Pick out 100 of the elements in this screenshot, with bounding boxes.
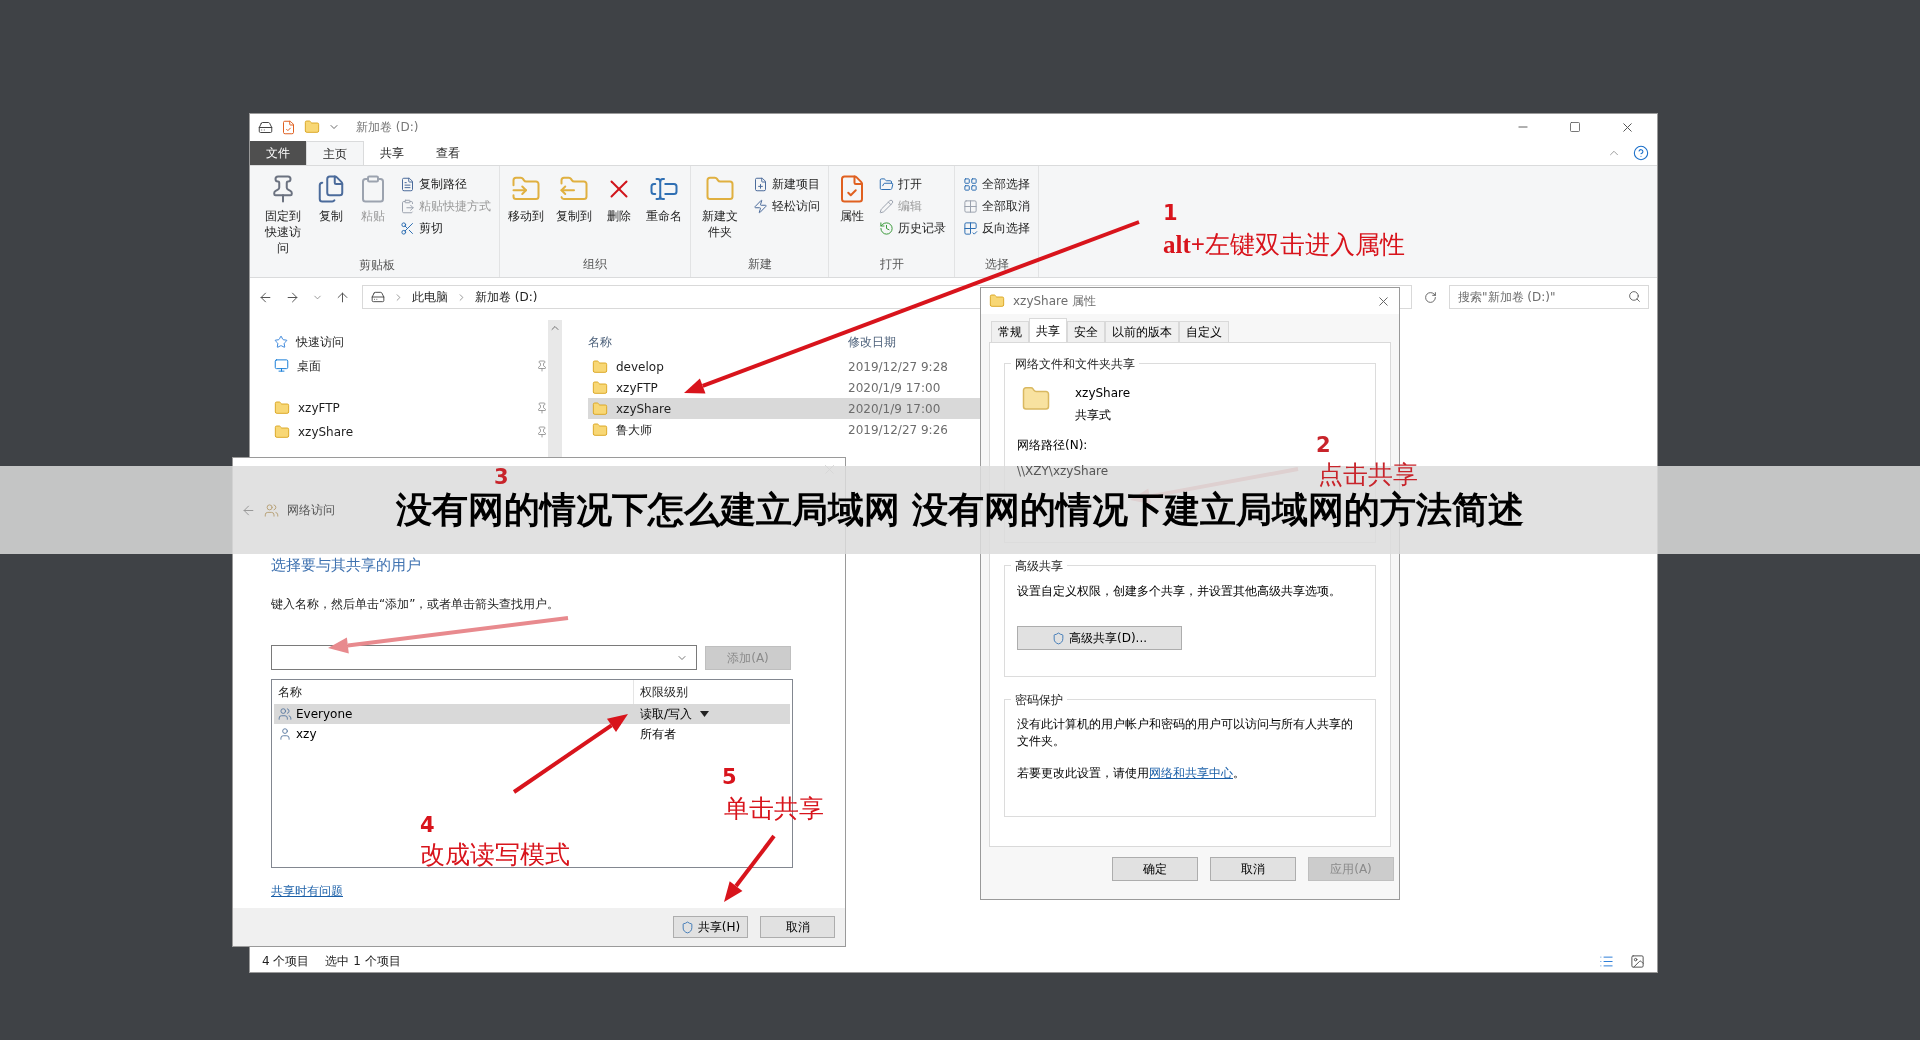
ribbon-button[interactable]: 新建文件夹 bbox=[695, 170, 745, 255]
grid-icon bbox=[963, 198, 978, 214]
dialog-title: xzyShare 属性 bbox=[1013, 293, 1096, 310]
folder-icon bbox=[592, 421, 608, 438]
network-center-link[interactable]: 网络和共享中心 bbox=[1149, 766, 1233, 780]
step-number: 5 bbox=[722, 764, 737, 791]
details-view-icon bbox=[1599, 953, 1614, 969]
help-link[interactable]: 共享时有问题 bbox=[271, 884, 343, 898]
user-row[interactable]: xzy 所有者 bbox=[274, 724, 790, 744]
pencil-icon bbox=[879, 198, 894, 214]
annotation-text: 点击共享 bbox=[1318, 460, 1418, 490]
column-header[interactable]: 权限级别 bbox=[634, 683, 688, 701]
maximize-icon bbox=[1569, 121, 1581, 133]
document-icon bbox=[400, 176, 415, 192]
dialog-title: 网络访问 bbox=[287, 502, 335, 519]
ribbon-tab[interactable]: 共享 bbox=[364, 141, 420, 165]
shield-icon bbox=[1051, 631, 1065, 645]
group-label: 选择 bbox=[984, 256, 1009, 273]
step-number: 1 bbox=[1163, 200, 1178, 227]
help-icon bbox=[1633, 145, 1649, 161]
drive-icon bbox=[258, 119, 273, 135]
step-number: 4 bbox=[420, 812, 435, 839]
ribbon-button[interactable]: 全部取消 bbox=[959, 196, 1034, 216]
search-field[interactable]: 搜索"新加卷 (D:)" bbox=[1449, 285, 1649, 309]
breadcrumb[interactable]: 此电脑 bbox=[412, 288, 448, 306]
dropdown-icon[interactable] bbox=[700, 711, 710, 717]
check-document-icon bbox=[281, 119, 296, 135]
thumbnail-view-icon bbox=[1630, 953, 1645, 969]
grid-icon bbox=[963, 220, 978, 236]
step-number: 3 bbox=[494, 464, 509, 491]
scrollbar[interactable] bbox=[548, 320, 562, 460]
search-icon bbox=[1628, 290, 1641, 303]
ribbon-button[interactable]: 删除 bbox=[600, 170, 638, 255]
dialog-button[interactable]: 共享(H) bbox=[673, 916, 748, 938]
ribbon-button[interactable]: 反向选择 bbox=[959, 218, 1034, 238]
lightning-icon bbox=[753, 198, 768, 214]
ribbon-tab[interactable]: 查看 bbox=[420, 141, 476, 165]
pin-icon bbox=[536, 401, 548, 414]
nav-item[interactable]: 桌面 bbox=[274, 356, 548, 375]
shield-icon bbox=[680, 920, 694, 934]
ribbon-tab[interactable]: 文件 bbox=[250, 141, 306, 165]
column-header[interactable]: 名称 bbox=[588, 333, 848, 351]
nav-item[interactable]: xzyFTP bbox=[274, 398, 548, 417]
drive-icon bbox=[371, 290, 385, 304]
ribbon-button[interactable]: 打开 bbox=[875, 174, 950, 194]
dialog-tab[interactable]: 安全 bbox=[1067, 321, 1105, 342]
user-combobox[interactable] bbox=[271, 645, 697, 670]
users-icon bbox=[278, 707, 292, 721]
ribbon-button[interactable]: 固定到快速访问 bbox=[258, 170, 308, 256]
ribbon-button[interactable]: 新建项目 bbox=[749, 174, 824, 194]
share-state: 共享式 bbox=[1075, 407, 1111, 424]
nav-item[interactable]: 快速访问 bbox=[274, 332, 548, 351]
dialog-heading: 选择要与其共享的用户 bbox=[271, 556, 421, 574]
folder-icon bbox=[592, 400, 608, 417]
dialog-button[interactable]: 取消 bbox=[760, 916, 835, 938]
dialog-tab[interactable]: 自定义 bbox=[1179, 321, 1229, 342]
desktop-icon bbox=[274, 358, 289, 373]
ribbon-tab[interactable]: 主页 bbox=[306, 141, 364, 165]
ribbon-button[interactable]: 轻松访问 bbox=[749, 196, 824, 216]
file-row[interactable]: 鲁大师 2019/12/27 9:26 bbox=[588, 419, 988, 440]
status-text: 选中 1 个项目 bbox=[325, 953, 401, 970]
user-row[interactable]: Everyone 读取/写入 bbox=[274, 704, 790, 724]
dialog-button[interactable]: 取消 bbox=[1210, 857, 1296, 881]
ribbon-button[interactable]: 复制路径 bbox=[396, 174, 495, 194]
dialog-tab[interactable]: 共享 bbox=[1029, 318, 1067, 342]
advanced-share-button[interactable]: 高级共享(D)... bbox=[1017, 626, 1182, 650]
status-text: 4 个项目 bbox=[262, 953, 310, 970]
ribbon-button[interactable]: 历史记录 bbox=[875, 218, 950, 238]
group-title: 高级共享 bbox=[1011, 557, 1067, 575]
back-icon bbox=[241, 502, 256, 518]
documents-icon bbox=[316, 174, 346, 204]
nav-item[interactable]: xzyShare bbox=[274, 422, 548, 441]
window-title: 新加卷 (D:) bbox=[356, 119, 419, 136]
dialog-button[interactable]: 确定 bbox=[1112, 857, 1198, 881]
breadcrumb[interactable]: 新加卷 (D:) bbox=[475, 288, 538, 306]
ribbon-button[interactable]: 剪切 bbox=[396, 218, 495, 238]
annotation-text: 改成读写模式 bbox=[420, 840, 570, 870]
ribbon-button[interactable]: 复制到 bbox=[552, 170, 596, 255]
ribbon-button[interactable]: 全部选择 bbox=[959, 174, 1034, 194]
folder-icon bbox=[592, 358, 608, 375]
ribbon-button[interactable]: 移动到 bbox=[504, 170, 548, 255]
advanced-text: 设置自定义权限，创建多个共享，并设置其他高级共享选项。 bbox=[1017, 583, 1342, 600]
group-label: 组织 bbox=[583, 256, 607, 273]
up-icon bbox=[335, 289, 350, 305]
banner-title: 没有网的情况下怎么建立局域网 没有网的情况下建立局域网的方法简述 bbox=[395, 492, 1525, 528]
star-icon bbox=[274, 334, 288, 349]
pin-icon bbox=[536, 359, 548, 372]
group-label: 打开 bbox=[879, 256, 904, 273]
password-text: 没有此计算机的用户帐户和密码的用户可以访问与所有人共享的文件夹。 bbox=[1017, 716, 1354, 750]
file-row[interactable]: develop 2019/12/27 9:28 bbox=[588, 356, 988, 377]
group-title: 密码保护 bbox=[1011, 691, 1067, 709]
file-row[interactable]: xzyFTP 2020/1/9 17:00 bbox=[588, 377, 988, 398]
ribbon-button[interactable]: 复制 bbox=[312, 170, 350, 256]
ribbon-button[interactable]: 重命名 bbox=[642, 170, 686, 255]
grid-icon bbox=[963, 176, 978, 192]
ribbon-button[interactable]: 属性 bbox=[833, 170, 871, 255]
dialog-tab[interactable]: 常规 bbox=[991, 321, 1029, 342]
folder-icon bbox=[879, 176, 894, 192]
arrow bbox=[724, 834, 776, 902]
dialog-tab[interactable]: 以前的版本 bbox=[1105, 321, 1179, 342]
